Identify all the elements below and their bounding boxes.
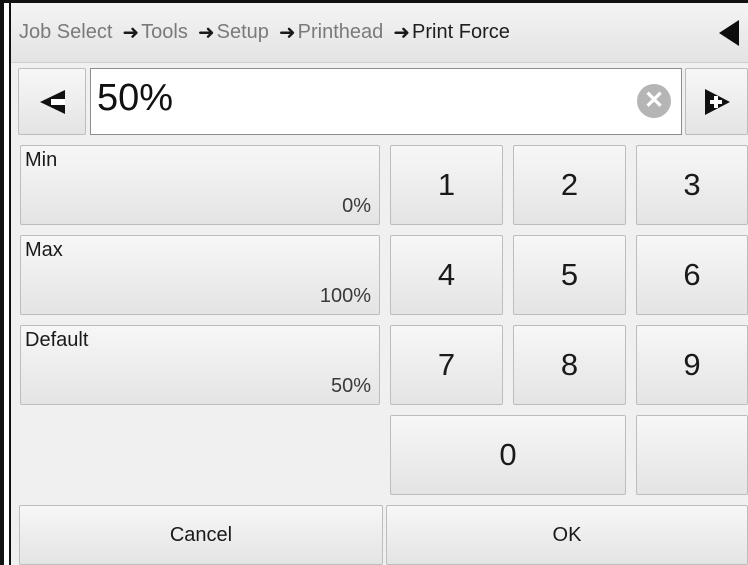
key-3[interactable]: 3 bbox=[636, 145, 748, 225]
window-border-left bbox=[0, 0, 4, 565]
key-4[interactable]: 4 bbox=[390, 235, 503, 315]
key-6[interactable]: 6 bbox=[636, 235, 748, 315]
breadcrumb-arrow-icon: ➜ bbox=[278, 22, 296, 44]
breadcrumb-arrow-icon: ➜ bbox=[122, 22, 140, 44]
preset-value: 0% bbox=[342, 195, 371, 217]
preset-min-button[interactable]: Min 0% bbox=[20, 145, 380, 225]
value-text: 50% bbox=[97, 77, 174, 119]
cancel-button[interactable]: Cancel bbox=[19, 505, 383, 565]
decrement-button[interactable] bbox=[18, 68, 86, 135]
preset-max-button[interactable]: Max 100% bbox=[20, 235, 380, 315]
breadcrumb-printhead[interactable]: Printhead bbox=[298, 21, 384, 44]
back-button[interactable] bbox=[709, 11, 748, 55]
ok-button[interactable]: OK bbox=[386, 505, 748, 565]
key-9[interactable]: 9 bbox=[636, 325, 748, 405]
breadcrumb-job-select[interactable]: Job Select bbox=[19, 21, 112, 44]
key-blank[interactable] bbox=[636, 415, 748, 495]
footer-bar: Cancel OK bbox=[11, 503, 748, 565]
editor-panel: 50% ✕ Min 0% Max 100% Default 50% 1 2 3 … bbox=[11, 63, 748, 503]
breadcrumb-arrow-icon: ➜ bbox=[197, 22, 215, 44]
preset-default-button[interactable]: Default 50% bbox=[20, 325, 380, 405]
breadcrumb-setup[interactable]: Setup bbox=[217, 21, 269, 44]
key-2[interactable]: 2 bbox=[513, 145, 626, 225]
breadcrumb: Job Select ➜ Tools ➜ Setup ➜ Printhead ➜… bbox=[19, 3, 510, 62]
preset-value: 100% bbox=[319, 285, 371, 307]
preset-label: Max bbox=[25, 239, 63, 261]
breadcrumb-arrow-icon: ➜ bbox=[393, 22, 411, 44]
key-8[interactable]: 8 bbox=[513, 325, 626, 405]
breadcrumb-print-force: Print Force bbox=[412, 21, 510, 43]
key-5[interactable]: 5 bbox=[513, 235, 626, 315]
breadcrumb-tools[interactable]: Tools bbox=[141, 21, 188, 44]
preset-label: Min bbox=[25, 149, 58, 171]
clear-button[interactable]: ✕ bbox=[637, 84, 671, 118]
left-arrow-icon bbox=[40, 89, 65, 114]
clear-circle-icon: ✕ bbox=[643, 87, 665, 114]
right-arrow-plus-icon bbox=[704, 88, 730, 115]
key-7[interactable]: 7 bbox=[390, 325, 503, 405]
title-bar: Job Select ➜ Tools ➜ Setup ➜ Printhead ➜… bbox=[11, 3, 748, 63]
preset-label: Default bbox=[25, 329, 89, 351]
value-field[interactable]: 50% ✕ bbox=[90, 68, 682, 135]
increment-button[interactable] bbox=[685, 68, 748, 135]
key-1[interactable]: 1 bbox=[390, 145, 503, 225]
preset-value: 50% bbox=[330, 375, 371, 397]
key-0[interactable]: 0 bbox=[390, 415, 626, 495]
print-force-screen: Job Select ➜ Tools ➜ Setup ➜ Printhead ➜… bbox=[0, 0, 748, 565]
back-triangle-icon bbox=[719, 20, 739, 46]
